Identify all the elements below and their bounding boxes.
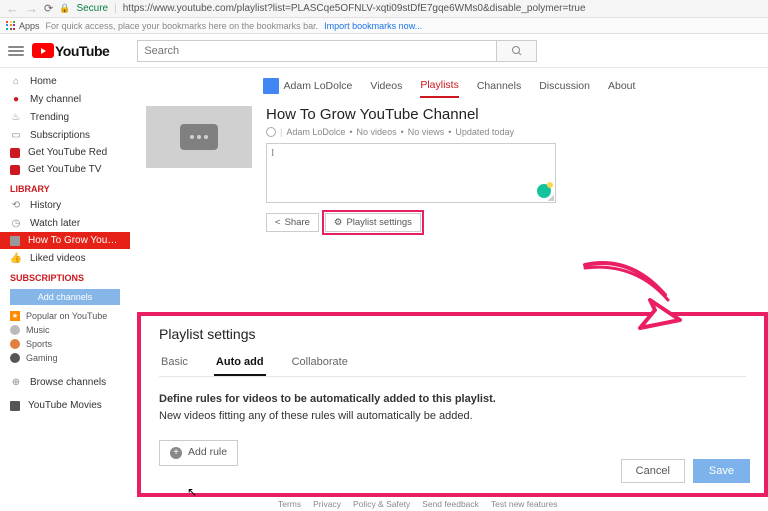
import-bookmarks-link[interactable]: Import bookmarks now... <box>324 21 422 31</box>
sidebar-item-browse[interactable]: ⊕Browse channels <box>0 373 130 391</box>
sidebar-item-trending[interactable]: ♨Trending <box>0 108 130 126</box>
mouse-cursor-icon: ↖ <box>187 483 197 501</box>
library-label: LIBRARY <box>0 178 130 196</box>
sports-icon <box>10 339 20 349</box>
plus-icon: + <box>170 447 182 459</box>
youtube-header: YouTube <box>0 34 768 68</box>
playlist-meta: | Adam LoDolce •No videos •No views •Upd… <box>266 127 752 137</box>
tab-channel-name[interactable]: Adam LoDolce <box>263 74 353 98</box>
fire-icon: ♨ <box>10 111 22 123</box>
sub-popular[interactable]: ★Popular on YouTube <box>0 309 130 323</box>
footer-test[interactable]: Test new features <box>491 499 558 509</box>
sub-music[interactable]: Music <box>0 323 130 337</box>
browser-address-bar: ← → ⟳ 🔒 Secure | https://www.youtube.com… <box>0 0 768 18</box>
sidebar-item-red[interactable]: Get YouTube Red <box>0 144 130 161</box>
star-icon: ★ <box>10 311 20 321</box>
modal-tab-collaborate[interactable]: Collaborate <box>290 350 350 376</box>
annotation-arrow <box>580 260 710 350</box>
footer-terms[interactable]: Terms <box>278 499 301 509</box>
tab-playlists[interactable]: Playlists <box>420 74 459 98</box>
share-button[interactable]: <Share <box>266 213 319 232</box>
ellipsis-icon <box>180 124 218 150</box>
footer-privacy[interactable]: Privacy <box>313 499 341 509</box>
hamburger-icon[interactable] <box>8 43 24 59</box>
thumbs-up-icon: 👍 <box>10 252 22 264</box>
youtube-logo[interactable]: YouTube <box>32 43 109 59</box>
red-icon <box>10 148 20 158</box>
reload-icon[interactable]: ⟳ <box>44 2 53 15</box>
play-icon <box>32 43 54 58</box>
history-icon: ⟲ <box>10 199 22 211</box>
globe-icon <box>266 127 276 137</box>
main-content: Adam LoDolce Videos Playlists Channels D… <box>130 68 768 511</box>
subscriptions-label: SUBSCRIPTIONS <box>0 267 130 285</box>
modal-tabs: Basic Auto add Collaborate <box>159 350 746 377</box>
gear-icon: ⚙ <box>334 217 343 228</box>
lock-icon: 🔒 <box>59 3 70 14</box>
resize-handle-icon[interactable] <box>548 195 554 201</box>
modal-tab-basic[interactable]: Basic <box>159 350 190 376</box>
back-icon[interactable]: ← <box>6 1 19 16</box>
sidebar-item-subscriptions[interactable]: ▭Subscriptions <box>0 126 130 144</box>
tab-channels[interactable]: Channels <box>477 74 521 98</box>
footer-policy[interactable]: Policy & Safety <box>353 499 410 509</box>
home-icon: ⌂ <box>10 75 22 87</box>
channel-tabs: Adam LoDolce Videos Playlists Channels D… <box>146 74 752 98</box>
sidebar-item-mychannel[interactable]: ●My channel <box>0 90 130 108</box>
gaming-icon <box>10 353 20 363</box>
url-text[interactable]: https://www.youtube.com/playlist?list=PL… <box>123 3 762 14</box>
apps-icon <box>6 21 16 31</box>
tv-icon <box>10 165 20 175</box>
movies-icon <box>10 401 20 411</box>
mychannel-icon: ● <box>10 93 22 105</box>
playlist-title[interactable]: How To Grow YouTube Channel <box>266 106 752 123</box>
add-channels-button[interactable]: Add channels <box>10 289 120 305</box>
cancel-button[interactable]: Cancel <box>621 459 685 483</box>
sub-gaming[interactable]: Gaming <box>0 351 130 365</box>
forward-icon: → <box>25 1 38 16</box>
search-icon <box>511 45 523 57</box>
sidebar-item-current-playlist[interactable]: How To Grow YouTub... <box>0 232 130 249</box>
modal-tab-autoadd[interactable]: Auto add <box>214 350 266 376</box>
playlist-thumb-icon <box>10 236 20 246</box>
playlist-settings-button[interactable]: ⚙Playlist settings <box>325 213 421 232</box>
sidebar-item-home[interactable]: ⌂Home <box>0 72 130 90</box>
clock-icon: ◷ <box>10 217 22 229</box>
playlist-description-input[interactable]: I <box>266 143 556 203</box>
music-icon <box>10 325 20 335</box>
tab-videos[interactable]: Videos <box>370 74 402 98</box>
search-button[interactable] <box>497 40 537 62</box>
avatar <box>263 78 279 94</box>
search-input[interactable] <box>137 40 497 62</box>
sub-sports[interactable]: Sports <box>0 337 130 351</box>
sidebar-item-history[interactable]: ⟲History <box>0 196 130 214</box>
sidebar-item-tv[interactable]: Get YouTube TV <box>0 161 130 178</box>
bookmarks-bar: Apps For quick access, place your bookma… <box>0 18 768 34</box>
sidebar-item-liked[interactable]: 👍Liked videos <box>0 249 130 267</box>
add-rule-button[interactable]: + Add rule <box>159 440 238 466</box>
plus-circle-icon: ⊕ <box>10 376 22 388</box>
footer-feedback[interactable]: Send feedback <box>422 499 479 509</box>
subscriptions-icon: ▭ <box>10 129 22 141</box>
save-button[interactable]: Save <box>693 459 750 483</box>
bookmarks-hint: For quick access, place your bookmarks h… <box>46 21 319 31</box>
tab-about[interactable]: About <box>608 74 635 98</box>
secure-label: Secure <box>76 3 108 14</box>
sidebar: ⌂Home ●My channel ♨Trending ▭Subscriptio… <box>0 68 130 511</box>
sidebar-item-movies[interactable]: YouTube Movies <box>0 397 130 414</box>
share-icon: < <box>275 217 281 228</box>
tab-discussion[interactable]: Discussion <box>539 74 590 98</box>
apps-button[interactable]: Apps <box>6 21 40 31</box>
text-cursor-icon: I <box>271 148 274 159</box>
playlist-thumbnail[interactable] <box>146 106 252 168</box>
modal-body: Define rules for videos to be automatica… <box>159 391 746 466</box>
sidebar-item-watchlater[interactable]: ◷Watch later <box>0 214 130 232</box>
